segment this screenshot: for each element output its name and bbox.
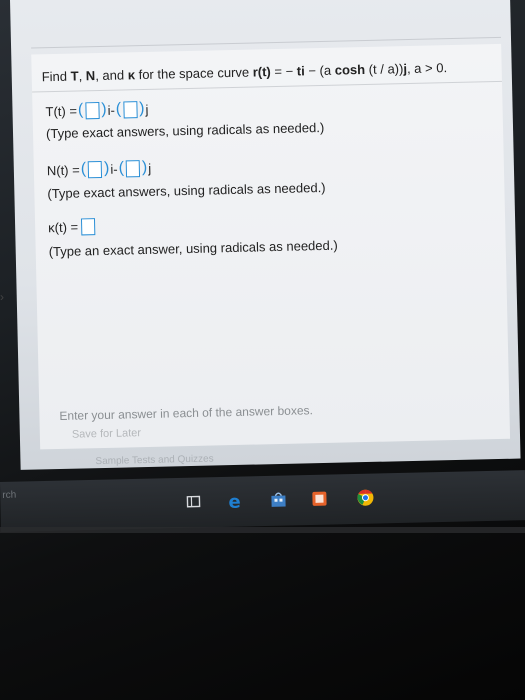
open-paren: ( xyxy=(77,101,84,119)
close-paren: ) xyxy=(101,100,107,118)
close-paren: ) xyxy=(138,99,145,118)
monitor-screen: Find T, N, and κ for the space curve r(t… xyxy=(10,0,521,470)
open-paren: ( xyxy=(118,159,125,177)
normal-row: N(t) = () i - () j xyxy=(47,159,152,179)
chevron-right-icon: › xyxy=(0,290,4,304)
monitor-bezel xyxy=(0,527,525,533)
curvature-input[interactable] xyxy=(80,218,96,236)
task-view-icon[interactable] xyxy=(183,491,203,511)
normal-label: N(t) = xyxy=(46,161,80,178)
question-eq: = − xyxy=(270,63,297,80)
open-paren: ( xyxy=(80,160,87,178)
tangent-label: T(t) = xyxy=(45,103,78,119)
question-tail: (t / a)) xyxy=(364,61,404,77)
tangent-j-unit: j xyxy=(145,101,149,117)
edge-icon[interactable]: e xyxy=(225,490,245,513)
curvature-row: κ(t) = xyxy=(48,218,96,236)
tangent-operator: - xyxy=(110,102,115,118)
question-sep2: , and xyxy=(95,67,128,84)
chrome-icon[interactable] xyxy=(355,487,375,507)
question-cosh: cosh xyxy=(334,61,366,78)
normal-operator: - xyxy=(113,161,118,177)
save-for-later-link[interactable]: Save for Later xyxy=(72,427,141,441)
svg-text:e: e xyxy=(228,492,241,511)
curvature-label: κ(t) = xyxy=(48,219,79,236)
question-prefix: Find xyxy=(41,68,71,85)
store-icon[interactable] xyxy=(268,489,288,509)
question-minus: − (a xyxy=(304,62,335,79)
close-paren: ) xyxy=(141,158,148,177)
normal-i-input[interactable] xyxy=(87,160,103,178)
normal-j-unit: j xyxy=(148,160,152,176)
search-hint: rch xyxy=(2,489,17,501)
sample-tests-link[interactable]: Sample Tests and Quizzes xyxy=(95,453,213,467)
question-mid: for the space curve xyxy=(134,64,253,83)
tangent-j-input[interactable] xyxy=(122,100,138,118)
question-rt: r(t) xyxy=(252,64,271,80)
office-icon[interactable] xyxy=(309,489,329,509)
close-paren: ) xyxy=(103,159,110,177)
tangent-i-input[interactable] xyxy=(85,101,100,119)
normal-j-input[interactable] xyxy=(125,159,141,177)
tangent-row: T(t) = () i - () j xyxy=(45,99,149,120)
question-cond: , a > 0. xyxy=(406,60,448,77)
open-paren: ( xyxy=(115,100,122,118)
